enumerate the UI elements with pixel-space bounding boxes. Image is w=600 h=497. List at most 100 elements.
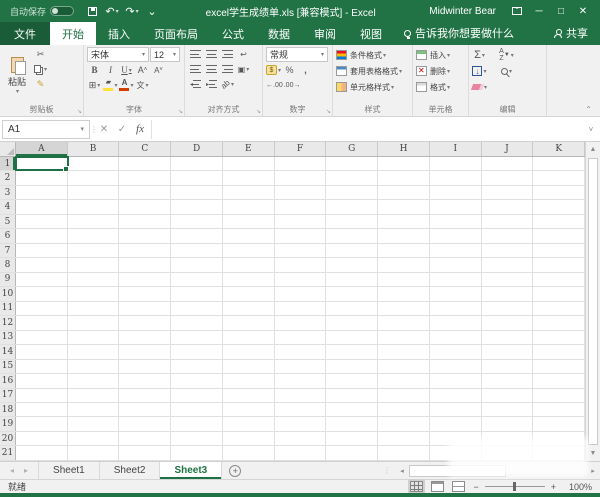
- bold-button[interactable]: B: [87, 63, 102, 77]
- zoom-slider[interactable]: [485, 486, 545, 487]
- cell-G18[interactable]: [326, 403, 378, 416]
- sheet-tab-Sheet3[interactable]: Sheet3: [160, 462, 222, 479]
- tell-me-box[interactable]: 告诉我你想要做什么: [394, 21, 524, 45]
- cell-E5[interactable]: [223, 215, 275, 228]
- new-sheet-button[interactable]: +: [222, 462, 248, 479]
- cell-D17[interactable]: [171, 389, 223, 402]
- cell-K14[interactable]: [533, 345, 585, 358]
- cell-D18[interactable]: [171, 403, 223, 416]
- cell-D19[interactable]: [171, 417, 223, 430]
- cell-I13[interactable]: [430, 331, 482, 344]
- cell-D9[interactable]: [171, 273, 223, 286]
- cell-A15[interactable]: [16, 360, 68, 373]
- underline-button[interactable]: U: [119, 63, 134, 77]
- vertical-scroll-thumb[interactable]: [588, 158, 598, 445]
- cell-B16[interactable]: [68, 374, 120, 387]
- cell-H3[interactable]: [378, 186, 430, 199]
- cell-I11[interactable]: [430, 302, 482, 315]
- cell-C3[interactable]: [119, 186, 171, 199]
- cell-K1[interactable]: [533, 157, 585, 170]
- copy-button[interactable]: [33, 62, 48, 76]
- cell-C7[interactable]: [119, 244, 171, 257]
- cell-C15[interactable]: [119, 360, 171, 373]
- row-header-11[interactable]: 11: [0, 302, 16, 315]
- cell-H15[interactable]: [378, 360, 430, 373]
- cell-C1[interactable]: [119, 157, 171, 170]
- cell-D13[interactable]: [171, 331, 223, 344]
- cell-H21[interactable]: [378, 446, 430, 459]
- cell-G4[interactable]: [326, 200, 378, 213]
- cell-F14[interactable]: [275, 345, 327, 358]
- cell-E11[interactable]: [223, 302, 275, 315]
- cell-H2[interactable]: [378, 171, 430, 184]
- normal-view-button[interactable]: [410, 481, 423, 492]
- cell-F5[interactable]: [275, 215, 327, 228]
- cell-F21[interactable]: [275, 446, 327, 459]
- cell-H5[interactable]: [378, 215, 430, 228]
- row-header-6[interactable]: 6: [0, 229, 16, 242]
- cell-E4[interactable]: [223, 200, 275, 213]
- row-header-7[interactable]: 7: [0, 244, 16, 257]
- align-right-button[interactable]: [220, 62, 235, 76]
- cell-H17[interactable]: [378, 389, 430, 402]
- column-header-B[interactable]: B: [68, 142, 120, 156]
- cell-A2[interactable]: [16, 171, 68, 184]
- cell-E13[interactable]: [223, 331, 275, 344]
- cell-H19[interactable]: [378, 417, 430, 430]
- cell-G5[interactable]: [326, 215, 378, 228]
- tab-开始[interactable]: 开始: [50, 22, 96, 45]
- cell-G19[interactable]: [326, 417, 378, 430]
- close-button[interactable]: ✕: [572, 3, 594, 19]
- ribbon-display-options-button[interactable]: ⌃: [506, 3, 528, 19]
- cell-D4[interactable]: [171, 200, 223, 213]
- cell-K19[interactable]: [533, 417, 585, 430]
- row-header-10[interactable]: 10: [0, 287, 16, 300]
- format-cells-button[interactable]: 格式: [416, 79, 465, 95]
- cell-K4[interactable]: [533, 200, 585, 213]
- cell-D7[interactable]: [171, 244, 223, 257]
- cell-E7[interactable]: [223, 244, 275, 257]
- cell-K5[interactable]: [533, 215, 585, 228]
- column-header-C[interactable]: C: [119, 142, 171, 156]
- cell-H10[interactable]: [378, 287, 430, 300]
- cell-F18[interactable]: [275, 403, 327, 416]
- cell-H4[interactable]: [378, 200, 430, 213]
- cell-F16[interactable]: [275, 374, 327, 387]
- cell-C14[interactable]: [119, 345, 171, 358]
- cell-F8[interactable]: [275, 258, 327, 271]
- cell-G3[interactable]: [326, 186, 378, 199]
- format-as-table-button[interactable]: 套用表格格式: [336, 63, 409, 79]
- cell-K8[interactable]: [533, 258, 585, 271]
- column-header-I[interactable]: I: [430, 142, 482, 156]
- cell-I1[interactable]: [430, 157, 482, 170]
- cell-F9[interactable]: [275, 273, 327, 286]
- undo-button[interactable]: ↶▾: [103, 3, 121, 19]
- cell-K7[interactable]: [533, 244, 585, 257]
- cell-A20[interactable]: [16, 432, 68, 445]
- cell-J8[interactable]: [482, 258, 534, 271]
- cell-C10[interactable]: [119, 287, 171, 300]
- enter-button[interactable]: ✓: [113, 124, 131, 135]
- cell-D1[interactable]: [171, 157, 223, 170]
- cell-A5[interactable]: [16, 215, 68, 228]
- scroll-down-icon[interactable]: ▼: [586, 446, 600, 461]
- save-button[interactable]: [83, 3, 101, 19]
- row-header-19[interactable]: 19: [0, 417, 16, 430]
- align-left-button[interactable]: [188, 62, 203, 76]
- select-all-corner[interactable]: [0, 142, 16, 156]
- cell-I20[interactable]: [430, 432, 482, 445]
- page-break-view-button[interactable]: [452, 481, 465, 492]
- formula-bar-expand-button[interactable]: ˅: [584, 125, 598, 134]
- align-bottom-button[interactable]: [220, 47, 235, 61]
- cell-K6[interactable]: [533, 229, 585, 242]
- fill-color-button[interactable]: ▰: [103, 78, 118, 92]
- cell-C12[interactable]: [119, 316, 171, 329]
- cell-H13[interactable]: [378, 331, 430, 344]
- cell-H16[interactable]: [378, 374, 430, 387]
- cell-F15[interactable]: [275, 360, 327, 373]
- row-header-21[interactable]: 21: [0, 446, 16, 459]
- cell-H1[interactable]: [378, 157, 430, 170]
- cell-G8[interactable]: [326, 258, 378, 271]
- next-sheet-icon[interactable]: ▸: [24, 466, 28, 475]
- row-header-13[interactable]: 13: [0, 331, 16, 344]
